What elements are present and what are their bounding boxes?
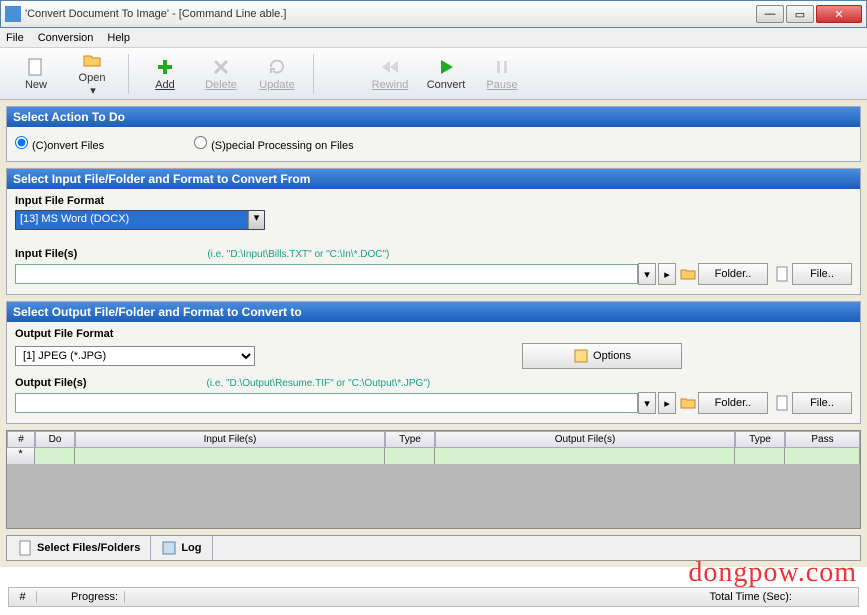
log-icon [161,540,177,556]
status-total-label: Total Time (Sec): [703,591,798,603]
files-grid[interactable]: # Do Input File(s) Type Output File(s) T… [6,430,861,529]
output-file-button[interactable]: File.. [792,392,852,414]
radio-convert[interactable]: (C)onvert Files [15,136,104,152]
delete-icon [211,57,231,77]
open-icon [82,50,102,70]
pause-icon [492,57,512,77]
menu-file[interactable]: File [6,32,24,44]
new-icon [26,57,46,77]
add-icon [155,57,175,77]
open-button[interactable]: Open▾ [64,50,120,98]
dropdown-arrow-icon: ▾ [248,211,264,229]
action-panel: Select Action To Do (C)onvert Files (S)p… [6,106,861,162]
input-dropdown-button[interactable]: ▾ [638,263,656,285]
input-header: Select Input File/Folder and Format to C… [7,169,860,189]
app-icon [5,6,21,22]
output-folder-button[interactable]: Folder.. [698,392,768,414]
output-format-select[interactable]: [1] JPEG (*.JPG) [15,346,255,366]
play-icon [436,57,456,77]
input-hint: (i.e. "D:\Input\Bills.TXT" or "C:\In\*.D… [207,249,389,260]
folder-open-icon [680,266,696,282]
col-num[interactable]: # [7,431,35,448]
document-icon [17,540,33,556]
convert-button[interactable]: Convert [418,50,474,98]
status-num: # [9,591,37,603]
options-button[interactable]: Options [522,343,682,369]
col-input[interactable]: Input File(s) [75,431,385,448]
output-files-label: Output File(s) [15,377,87,389]
update-icon [267,57,287,77]
input-files-field[interactable] [15,264,638,284]
action-header: Select Action To Do [7,107,860,127]
close-button[interactable]: ✕ [816,5,862,23]
col-itype[interactable]: Type [385,431,435,448]
input-format-label: Input File Format [15,195,852,207]
input-folder-button[interactable]: Folder.. [698,263,768,285]
tab-log[interactable]: Log [151,536,212,560]
tab-select-files[interactable]: Select Files/Folders [7,536,151,560]
separator [128,54,129,94]
rewind-icon [380,57,400,77]
rewind-button[interactable]: Rewind [362,50,418,98]
status-bar: # Progress: Total Time (Sec): [8,587,859,607]
menu-conversion[interactable]: Conversion [38,32,94,44]
watermark: dongpow.com [688,557,857,589]
input-panel: Select Input File/Folder and Format to C… [6,168,861,295]
col-do[interactable]: Do [35,431,75,448]
menu-bar: File Conversion Help [0,28,867,48]
update-button[interactable]: Update [249,50,305,98]
output-hint: (i.e. "D:\Output\Resume.TIF" or "C:\Outp… [207,378,431,389]
minimize-button[interactable]: — [756,5,784,23]
output-panel: Select Output File/Folder and Format to … [6,301,861,424]
add-button[interactable]: Add [137,50,193,98]
file-icon [774,266,790,282]
row-marker: * [7,448,35,464]
output-format-label: Output File Format [15,328,852,340]
output-dropdown-button[interactable]: ▾ [638,392,656,414]
menu-help[interactable]: Help [107,32,130,44]
input-file-button[interactable]: File.. [792,263,852,285]
new-button[interactable]: New [8,50,64,98]
separator [313,54,314,94]
pause-button[interactable]: Pause [474,50,530,98]
folder-open-icon [680,395,696,411]
grid-row[interactable]: * [7,448,860,464]
col-otype[interactable]: Type [735,431,785,448]
maximize-button[interactable]: ▭ [786,5,814,23]
output-header: Select Output File/Folder and Format to … [7,302,860,322]
radio-special[interactable]: (S)pecial Processing on Files [194,136,353,152]
title-bar: 'Convert Document To Image' - [Command L… [0,0,867,28]
input-play-button[interactable]: ▸ [658,263,676,285]
input-format-select[interactable]: [13] MS Word (DOCX) ▾ [15,210,265,230]
col-output[interactable]: Output File(s) [435,431,735,448]
output-play-button[interactable]: ▸ [658,392,676,414]
toolbar: New Open▾ Add Delete Update Rewind Conve… [0,48,867,100]
col-pass[interactable]: Pass [785,431,860,448]
output-files-field[interactable] [15,393,638,413]
dropdown-arrow-icon: ▾ [90,84,96,97]
status-progress-label: Progress: [65,591,125,603]
window-title: 'Convert Document To Image' - [Command L… [25,8,756,20]
file-icon [774,395,790,411]
options-icon [573,348,589,364]
delete-button[interactable]: Delete [193,50,249,98]
input-files-label: Input File(s) [15,248,77,260]
